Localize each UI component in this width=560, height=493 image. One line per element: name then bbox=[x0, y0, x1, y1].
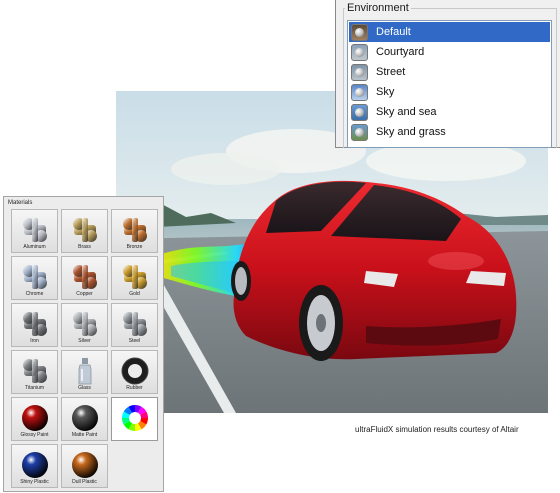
material-ball-joint-icon bbox=[72, 218, 97, 242]
material-glass-bottle-icon bbox=[78, 358, 91, 385]
material-matte-paint[interactable]: Matte Paint bbox=[61, 397, 108, 441]
material-label: Dull Plastic bbox=[72, 479, 97, 485]
env-default-thumbnail bbox=[351, 23, 368, 41]
environment-panel: Environment Default Courtyard Street Sky… bbox=[335, 0, 560, 148]
app-screen: ultraFluidX simulation results courtesy … bbox=[0, 0, 560, 493]
material-label: Aluminum bbox=[23, 244, 46, 250]
material-custom-color[interactable] bbox=[111, 397, 158, 441]
materials-title: Materials bbox=[8, 200, 33, 206]
material-silver[interactable]: Silver bbox=[61, 303, 108, 347]
material-steel[interactable]: Steel bbox=[111, 303, 158, 347]
materials-panel: Materials Aluminum Brass Bronze Chrome Coppe… bbox=[3, 196, 164, 492]
material-label: Iron bbox=[30, 338, 39, 344]
env-item-street[interactable]: Street bbox=[349, 62, 550, 82]
material-ball-joint-icon bbox=[122, 265, 147, 289]
material-iron[interactable]: Iron bbox=[11, 303, 58, 347]
env-sky-sea-thumbnail bbox=[351, 103, 368, 121]
material-ball-joint-icon bbox=[72, 312, 97, 336]
environment-list[interactable]: Default Courtyard Street Sky Sky and sea… bbox=[347, 20, 552, 148]
env-sky-grass-thumbnail bbox=[351, 123, 368, 141]
material-label: Chrome bbox=[25, 291, 44, 297]
material-rubber[interactable]: Rubber bbox=[111, 350, 158, 394]
material-ball-joint-icon bbox=[22, 218, 47, 242]
material-ball-joint-icon bbox=[22, 265, 47, 289]
material-label: Glossy Paint bbox=[20, 432, 49, 438]
render-caption: ultraFluidX simulation results courtesy … bbox=[355, 425, 519, 434]
material-label: Titanium bbox=[25, 385, 44, 391]
env-item-label: Street bbox=[376, 66, 406, 78]
material-sphere-icon bbox=[21, 452, 48, 478]
env-courtyard-thumbnail bbox=[351, 43, 368, 61]
material-aluminum[interactable]: Aluminum bbox=[11, 209, 58, 253]
material-sphere-icon bbox=[21, 405, 48, 431]
material-sphere-icon bbox=[71, 452, 98, 478]
material-label: Steel bbox=[128, 338, 141, 344]
material-copper[interactable]: Copper bbox=[61, 256, 108, 300]
material-label: Rubber bbox=[126, 385, 143, 391]
env-item-sky[interactable]: Sky bbox=[349, 82, 550, 102]
env-item-default[interactable]: Default bbox=[349, 22, 550, 42]
material-gold[interactable]: Gold bbox=[111, 256, 158, 300]
color-wheel-icon bbox=[121, 405, 148, 431]
material-ball-joint-icon bbox=[122, 218, 147, 242]
material-ball-joint-icon bbox=[22, 359, 47, 383]
material-sphere-icon bbox=[71, 405, 98, 431]
env-item-label: Sky and grass bbox=[376, 126, 446, 138]
environment-title: Environment bbox=[345, 2, 411, 14]
env-item-courtyard[interactable]: Courtyard bbox=[349, 42, 550, 62]
material-label: Silver bbox=[78, 338, 91, 344]
material-label: Brass bbox=[78, 244, 91, 250]
material-label: Glass bbox=[78, 385, 91, 391]
material-bronze[interactable]: Bronze bbox=[111, 209, 158, 253]
material-brass[interactable]: Brass bbox=[61, 209, 108, 253]
env-item-label: Default bbox=[376, 26, 411, 38]
material-ball-joint-icon bbox=[122, 312, 147, 336]
material-label: Gold bbox=[129, 291, 140, 297]
material-dull-plastic[interactable]: Dull Plastic bbox=[61, 444, 108, 488]
env-item-sky-and-grass[interactable]: Sky and grass bbox=[349, 122, 550, 142]
material-glass[interactable]: Glass bbox=[61, 350, 108, 394]
env-item-sky-and-sea[interactable]: Sky and sea bbox=[349, 102, 550, 122]
env-item-label: Sky and sea bbox=[376, 106, 437, 118]
material-label: Bronze bbox=[126, 244, 143, 250]
material-ball-joint-icon bbox=[22, 312, 47, 336]
material-titanium[interactable]: Titanium bbox=[11, 350, 58, 394]
material-glossy-paint[interactable]: Glossy Paint bbox=[11, 397, 58, 441]
material-ball-joint-icon bbox=[72, 265, 97, 289]
env-item-label: Sky bbox=[376, 86, 395, 98]
material-tire-icon bbox=[121, 357, 148, 385]
material-label: Matte Paint bbox=[71, 432, 98, 438]
material-shiny-plastic[interactable]: Shiny Plastic bbox=[11, 444, 58, 488]
material-chrome[interactable]: Chrome bbox=[11, 256, 58, 300]
env-street-thumbnail bbox=[351, 63, 368, 81]
env-sky-thumbnail bbox=[351, 83, 368, 101]
env-item-label: Courtyard bbox=[376, 46, 425, 58]
material-label: Shiny Plastic bbox=[20, 479, 49, 485]
material-label: Copper bbox=[76, 291, 93, 297]
